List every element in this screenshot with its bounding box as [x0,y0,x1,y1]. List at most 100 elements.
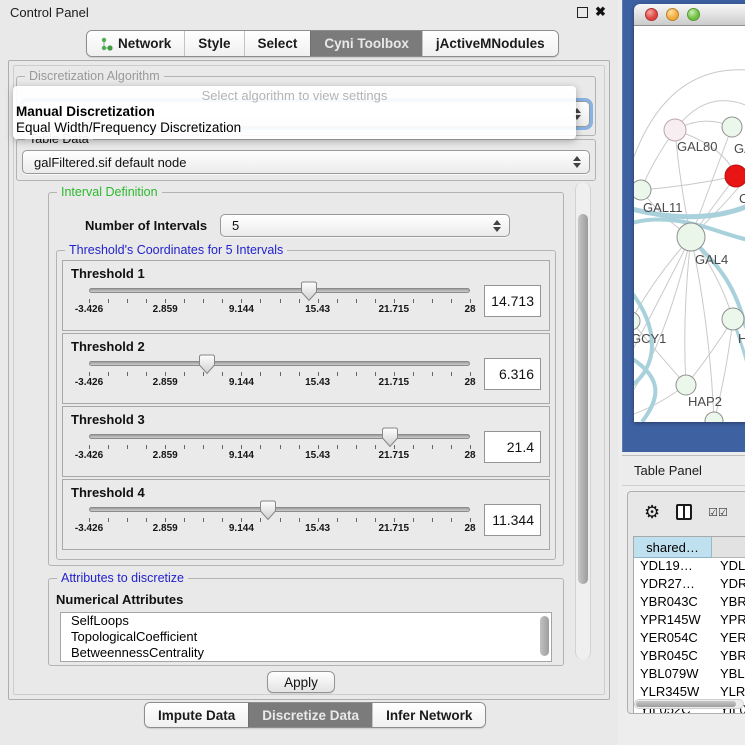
table-header-row: shared… na [634,537,745,558]
algorithm-option-equal-width-frequency-discretization[interactable]: Equal Width/Frequency Discretization [13,120,576,136]
close-traffic-light-icon[interactable] [645,8,658,21]
tab-select[interactable]: Select [244,31,311,56]
tab-jactivemnodules[interactable]: jActiveMNodules [422,31,558,56]
attribute-item-topologicalcoefficient[interactable]: TopologicalCoefficient [61,629,551,645]
network-node[interactable] [664,119,686,141]
tick-mark [451,518,452,522]
node-label: GAL80 [677,139,717,154]
group-label: Threshold's Coordinates for 5 Intervals [65,243,287,257]
table-row[interactable]: YDR27…YDR2 [634,576,745,594]
tick-label: 21.715 [379,304,410,315]
number-of-intervals-combobox[interactable]: 5 [220,214,510,237]
node-label: H [738,331,745,346]
group-label: Attributes to discretize [57,571,188,585]
tick-mark [432,372,433,376]
network-edge-highlighted[interactable] [634,356,655,422]
table-row[interactable]: YER054CYER0 [634,630,745,648]
gear-icon[interactable]: ⚙ [644,503,660,521]
tab-discretize-data[interactable]: Discretize Data [248,703,372,727]
apply-button[interactable]: Apply [267,671,335,693]
tick-label: 28 [464,523,475,534]
tick-label: 2.859 [153,523,178,534]
checkboxes-icon[interactable]: ☑☑ [708,506,728,519]
table-row[interactable]: YBL079WYBL0 [634,666,745,684]
zoom-traffic-light-icon[interactable] [687,8,700,21]
algorithm-option-manual-discretization[interactable]: Manual Discretization [13,104,576,120]
tick-mark [260,372,261,376]
tick-mark [203,299,204,303]
tick-label: 9.144 [229,377,254,388]
table-data-combobox[interactable]: galFiltered.sif default node [22,150,590,174]
network-node[interactable] [722,308,744,330]
cell-name: YPR1 [712,612,745,630]
tick-mark [356,299,357,303]
network-node[interactable] [722,117,742,137]
panel-scrollbar-thumb[interactable] [578,214,588,584]
tick-mark [470,372,471,376]
slider-track[interactable] [89,507,470,512]
column-header-name[interactable]: na [712,537,745,558]
network-node[interactable] [705,412,723,422]
slider-thumb[interactable] [300,281,318,302]
table-row[interactable]: YBR043CYBR0 [634,594,745,612]
tick-mark [337,445,338,449]
tick-mark [318,372,319,376]
node-label: GAL11 [643,200,683,215]
tick-label: 15.43 [305,450,330,461]
threshold-value-field[interactable]: 11.344 [484,504,541,536]
tab-cyni-toolbox[interactable]: Cyni Toolbox [310,31,422,56]
threshold-value-field[interactable]: 6.316 [484,358,541,390]
tab-impute-data[interactable]: Impute Data [145,703,248,727]
numerical-attributes-label: Numerical Attributes [56,592,183,607]
network-node[interactable] [634,180,651,200]
split-columns-icon[interactable] [676,504,692,520]
network-node[interactable] [677,223,705,251]
tab-network[interactable]: Network [87,31,184,56]
tick-mark [470,518,471,522]
cell-name: YBR0 [712,594,745,612]
threshold-slider[interactable]: -3.4262.8599.14415.4321.71528 [89,355,470,392]
close-icon[interactable]: ✖ [595,4,606,20]
attribute-item-selfloops[interactable]: SelfLoops [61,613,551,629]
table-panel-titlebar: Table Panel [622,455,745,486]
tick-mark [203,518,204,522]
control-panel-titlebar: Control Panel ✖ [0,0,618,24]
threshold-slider[interactable]: -3.4262.8599.14415.4321.71528 [89,428,470,465]
threshold-slider[interactable]: -3.4262.8599.14415.4321.71528 [89,501,470,538]
tab-infer-network[interactable]: Infer Network [372,703,485,727]
tick-mark [89,299,90,303]
threshold-value-field[interactable]: 14.713 [484,285,541,317]
attributes-scrollbar[interactable] [540,616,549,656]
cell-name: YER0 [712,630,745,648]
table-horizontal-scrollbar[interactable] [634,699,744,709]
slider-thumb[interactable] [259,500,277,521]
panel-scrollbar[interactable] [575,182,591,660]
table-row[interactable]: YBR045CYBR0 [634,648,745,666]
slider-thumb[interactable] [381,427,399,448]
network-node[interactable] [725,165,745,187]
network-edge[interactable] [641,176,736,190]
numerical-attributes-list[interactable]: SelfLoopsTopologicalCoefficientBetweenne… [60,612,552,662]
minimize-traffic-light-icon[interactable] [666,8,679,21]
table-row[interactable]: YPR145WYPR1 [634,612,745,630]
network-node[interactable] [676,375,696,395]
slider-track[interactable] [89,434,470,439]
tab-style[interactable]: Style [184,31,243,56]
slider-track[interactable] [89,288,470,293]
node-label: C [739,191,745,206]
slider-thumb[interactable] [198,354,216,375]
tab-label: Select [258,36,298,51]
column-header-shared[interactable]: shared… [634,537,712,558]
slider-track[interactable] [89,361,470,366]
network-canvas[interactable]: GAL80GACGAL11GAL4GCY1HHAP2 [634,26,745,422]
tick-mark [299,518,300,522]
number-of-intervals-value: 5 [232,218,239,233]
table-row[interactable]: YDL19…YDL1 [634,558,745,576]
float-icon[interactable] [577,7,588,18]
tick-mark [375,445,376,449]
attribute-item-betweennesscentrality[interactable]: BetweennessCentrality [61,645,551,661]
threshold-value-field[interactable]: 21.4 [484,431,541,463]
threshold-slider[interactable]: -3.4262.8599.14415.4321.71528 [89,282,470,319]
table-hscroll-thumb[interactable] [636,701,736,707]
network-node[interactable] [634,312,640,330]
